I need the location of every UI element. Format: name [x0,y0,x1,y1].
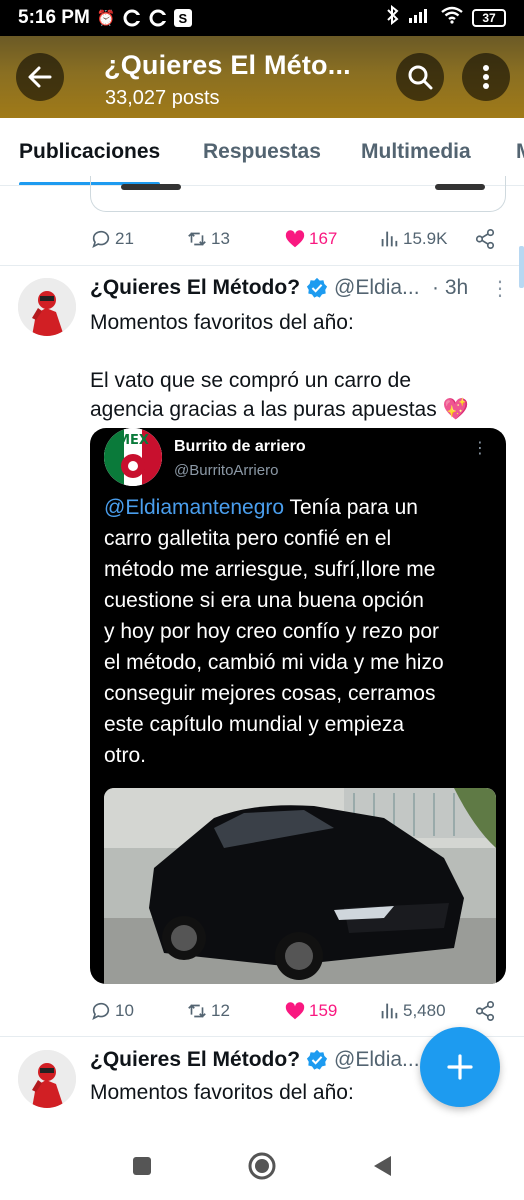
retweet-count: 13 [211,229,230,248]
plus-icon [447,1054,473,1080]
square-icon [133,1157,151,1175]
home-button[interactable] [246,1150,278,1182]
app-c2-icon [148,8,168,28]
tweet-text-line: El vato que se compró un carro de [90,369,412,392]
tweet-text: Momentos favoritos del año: El vato que … [90,308,510,424]
reply-button[interactable]: 21 [90,228,134,250]
author-handle[interactable]: @Eldia... [334,276,420,300]
tweet-text-line: agencia gracias a las puras apuestas 💖 [90,398,469,421]
views-icon [381,1003,398,1019]
embedded-avatar: MEX [104,428,162,486]
back-button[interactable] [16,53,64,101]
post-count: 33,027 posts [105,87,220,109]
triangle-back-icon [374,1156,391,1176]
embedded-author-handle: @BurritoArriero [174,462,279,479]
previous-tweet-card[interactable] [90,176,506,212]
embedded-text: @Eldiamantenegro Tenía para un carro gal… [104,496,444,767]
verified-badge-icon [306,1049,328,1070]
heart-filled-icon [285,230,305,248]
compose-tweet-button[interactable] [420,1027,500,1107]
retweet-button[interactable]: 13 [186,228,230,250]
author-handle[interactable]: @Eldia... [334,1048,420,1072]
like-count: 159 [309,1001,338,1020]
reply-icon [92,230,110,248]
tweet-header: ¿Quieres El Método? @Eldia... [90,1048,420,1072]
app-c-icon [122,8,142,28]
status-bar: 5:16 PM ⏰ S 37 [0,0,524,36]
retweet-button[interactable]: 12 [186,1000,230,1022]
bluetooth-icon [386,4,400,31]
tweet-actions: 10 12 159 5,480 [90,996,500,1026]
retweet-count: 12 [211,1001,230,1020]
tweet-media-image[interactable]: MEX Burrito de arriero @BurritoArriero ⋮… [90,428,506,984]
avatar[interactable] [18,278,76,336]
divider [0,265,524,266]
views-button[interactable]: 5,480 [378,1000,446,1022]
battery-indicator: 37 [472,9,506,27]
views-button[interactable]: 15.9K [378,228,447,250]
alarm-icon: ⏰ [96,10,116,27]
retweet-icon [188,1004,206,1018]
embedded-mention: @Eldiamantenegro [104,496,285,519]
verified-badge-icon [306,277,328,298]
back-nav-button[interactable] [366,1150,398,1182]
svg-text:MEX: MEX [117,433,149,448]
search-icon [408,65,433,90]
reply-button[interactable]: 10 [90,1000,134,1022]
arrow-left-icon [28,66,52,88]
tweet-more-icon[interactable]: ⋮ [490,276,510,301]
reply-count: 21 [115,229,134,248]
share-button[interactable] [474,1000,496,1022]
author-name[interactable]: ¿Quieres El Método? [90,1048,300,1072]
system-nav-bar [0,1128,524,1200]
avatar[interactable] [18,1050,76,1108]
tab-more[interactable]: M [516,118,524,185]
scrollbar[interactable] [519,246,524,288]
share-button[interactable] [474,228,496,250]
author-name[interactable]: ¿Quieres El Método? [90,276,300,300]
tweet-text-line: Momentos favoritos del año: [90,311,354,334]
embedded-author-name: Burrito de arriero [174,438,306,455]
share-icon [475,1001,495,1021]
like-button[interactable]: 167 [284,228,337,250]
like-button[interactable]: 159 [284,1000,337,1022]
profile-title: ¿Quieres El Méto... [104,50,351,80]
more-options-button[interactable] [462,53,510,101]
status-time: 5:16 PM [18,7,90,28]
recents-button[interactable] [126,1150,158,1182]
heart-filled-icon [285,1002,305,1020]
views-count: 5,480 [403,1001,446,1020]
signal-icon [408,6,432,30]
views-icon [381,231,398,247]
home-circle-icon [248,1152,276,1180]
reply-count: 10 [115,1001,134,1020]
search-button[interactable] [396,53,444,101]
app-s-icon: S [173,9,192,27]
share-icon [475,229,495,249]
embedded-more-icon: ⋮ [472,440,488,457]
previous-tweet-actions: 21 13 167 15.9K [90,224,500,254]
retweet-icon [188,232,206,246]
vertical-dots-icon [483,65,489,89]
profile-header: ¿Quieres El Méto... 33,027 posts [0,36,524,118]
like-count: 167 [309,229,338,248]
views-count: 15.9K [403,229,448,248]
wifi-icon [440,6,464,30]
car-photo [104,788,496,984]
tweet-header: ¿Quieres El Método? @Eldia... [90,276,420,300]
tweet-time: · 3h [432,276,469,299]
reply-icon [92,1002,110,1020]
